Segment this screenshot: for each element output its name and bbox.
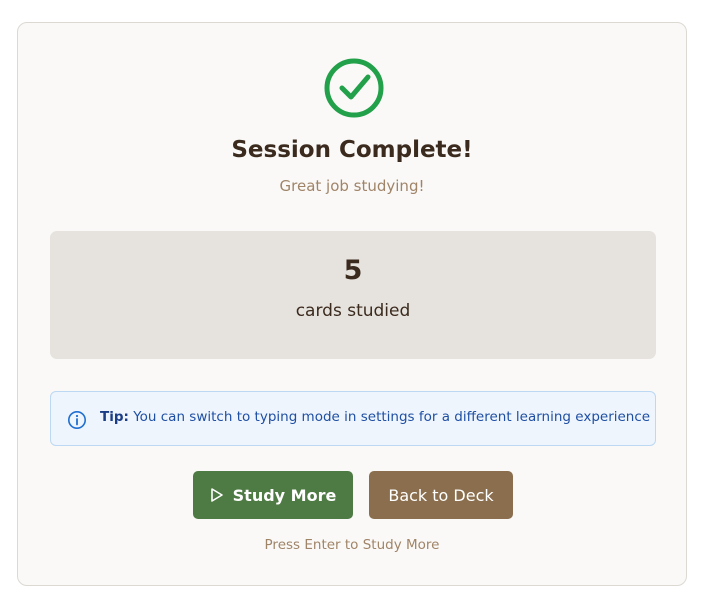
study-more-button[interactable]: Study More — [193, 471, 353, 519]
back-to-deck-button[interactable]: Back to Deck — [369, 471, 513, 519]
stats-panel: 5 cards studied — [50, 231, 656, 359]
study-more-label: Study More — [232, 485, 337, 505]
back-to-deck-label: Back to Deck — [388, 485, 494, 505]
tip-prefix: Tip: — [100, 409, 129, 425]
tip-message: You can switch to typing mode in setting… — [128, 409, 651, 425]
info-icon — [68, 411, 86, 429]
session-title: Session Complete! — [231, 137, 473, 163]
tip-banner: Tip: You can switch to typing mode in se… — [50, 391, 656, 446]
check-circle-icon — [324, 58, 384, 118]
tip-text: Tip: You can switch to typing mode in se… — [100, 409, 650, 425]
play-icon — [210, 488, 223, 502]
keyboard-hint: Press Enter to Study More — [264, 537, 440, 553]
session-subtitle: Great job studying! — [279, 177, 425, 195]
session-complete-card: Session Complete! Great job studying! 5 … — [17, 22, 687, 586]
cards-studied-count: 5 — [343, 255, 363, 286]
cards-studied-label: cards studied — [295, 301, 411, 321]
